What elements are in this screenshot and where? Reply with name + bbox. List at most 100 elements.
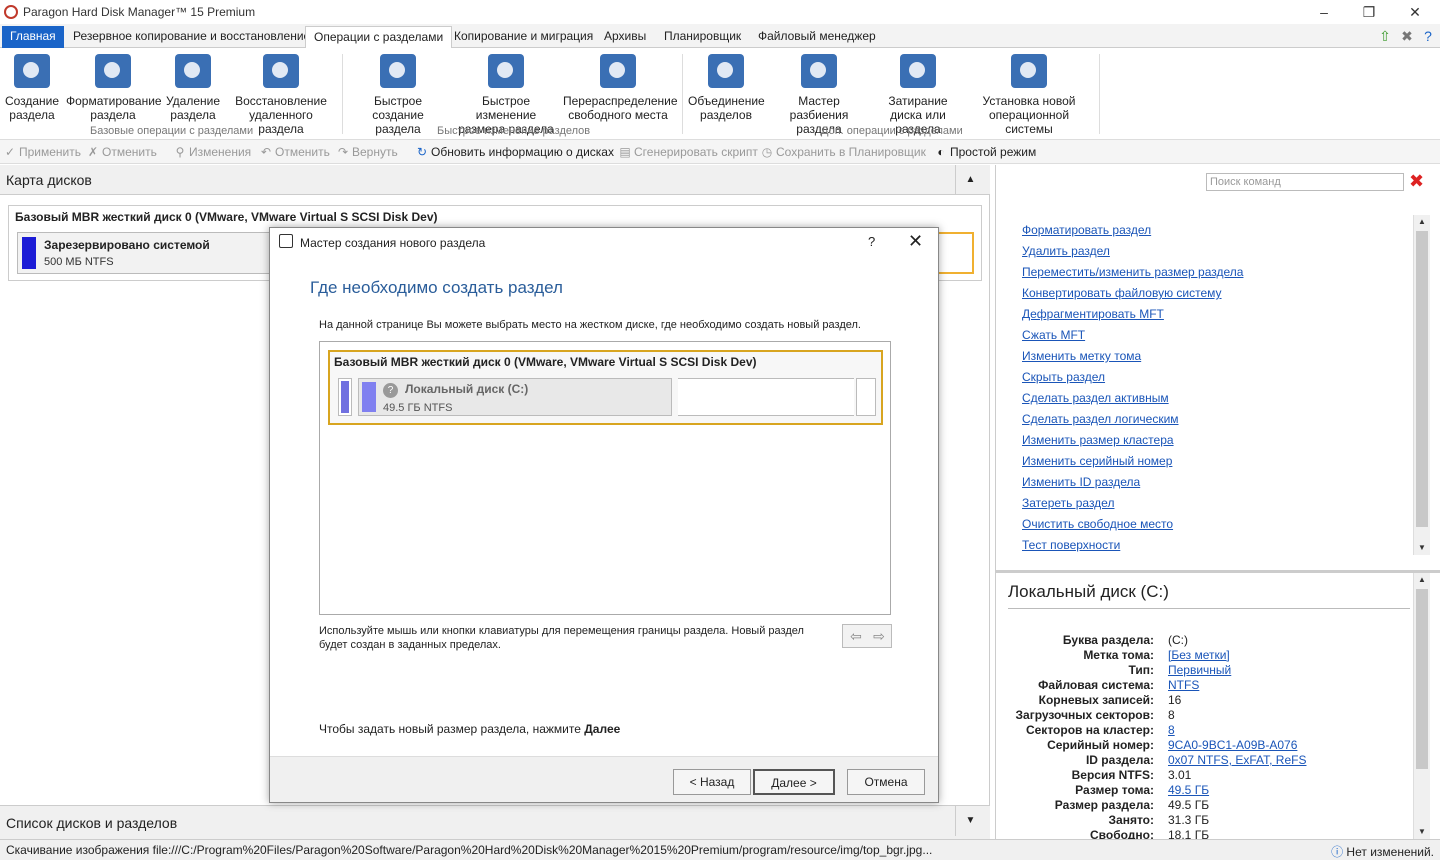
status-text: Скачивание изображения file:///C:/Progra…	[6, 843, 933, 857]
cmd-format[interactable]: Форматировать раздел	[1022, 223, 1243, 244]
collapse-up-icon[interactable]: ▲	[955, 165, 985, 195]
cmd-partition-id[interactable]: Изменить ID раздела	[1022, 475, 1243, 496]
prop-row: Тип: Первичный	[1128, 663, 1232, 677]
next-button[interactable]: Далее >	[753, 769, 835, 795]
commands-pane: Поиск команд ✖ Форматировать раздел Удал…	[995, 165, 1440, 842]
wipe-disk-button[interactable]: Затирание диска или раздела	[872, 54, 964, 136]
maximize-button[interactable]: ❐	[1354, 2, 1384, 22]
close-button[interactable]: ✕	[1400, 2, 1430, 22]
install-os-icon	[1011, 54, 1047, 88]
cmd-compact-mft[interactable]: Сжать MFT	[1022, 328, 1243, 349]
status-bar: Скачивание изображения file:///C:/Progra…	[0, 839, 1440, 860]
search-input[interactable]: Поиск команд	[1206, 173, 1404, 191]
disk-0-selector[interactable]: Базовый MBR жесткий диск 0 (VMware, VMwa…	[328, 350, 883, 425]
arrow-left-icon[interactable]: ⇦	[845, 627, 867, 645]
partition-name: Локальный диск (C:)	[405, 382, 529, 396]
scroll-up-icon[interactable]: ▲	[1414, 573, 1430, 587]
move-boundary-controls: ⇦ ⇨	[842, 624, 892, 648]
redistribute-space-icon	[600, 54, 636, 88]
commands-scrollbar[interactable]: ▲ ▼	[1413, 215, 1430, 555]
cmd-delete[interactable]: Удалить раздел	[1022, 244, 1243, 265]
generate-script-button[interactable]: ▤ Сгенерировать скрипт	[619, 144, 758, 160]
quick-resize-button[interactable]: Быстрое изменение размера раздела	[452, 54, 560, 136]
apply-button[interactable]: ✓ Применить	[4, 144, 81, 160]
scroll-down-icon[interactable]: ▼	[1414, 825, 1430, 839]
merge-partitions-button[interactable]: Объединение разделов	[688, 54, 765, 122]
cmd-serial[interactable]: Изменить серийный номер	[1022, 454, 1243, 475]
cmd-wipe-free[interactable]: Очистить свободное место	[1022, 517, 1243, 538]
scroll-up-icon[interactable]: ▲	[1414, 215, 1430, 229]
tab-copy-migration[interactable]: Копирование и миграция	[446, 26, 601, 48]
tab-file-manager[interactable]: Файловый менеджер	[750, 26, 884, 48]
tools-icon[interactable]: ✖	[1399, 28, 1415, 44]
selected-partition-highlight[interactable]	[936, 232, 974, 274]
wipe-disk-icon	[900, 54, 936, 88]
dialog-footer: < Назад Далее > Отмена	[270, 756, 938, 802]
simple-mode-button[interactable]: ◐ Простой режим	[935, 144, 1036, 160]
tab-scheduler[interactable]: Планировщик	[656, 26, 749, 48]
dialog-title-bar: Мастер создания нового раздела ? ✕	[270, 228, 938, 256]
cmd-move-resize[interactable]: Переместить/изменить размер раздела	[1022, 265, 1243, 286]
quick-create-button[interactable]: Быстрое создание раздела	[348, 54, 448, 136]
scroll-down-icon[interactable]: ▼	[1414, 541, 1430, 555]
clear-search-icon[interactable]: ✖	[1409, 171, 1424, 191]
up-arrow-icon[interactable]: ⇧	[1377, 28, 1393, 44]
undo-button[interactable]: ↶ Отменить	[260, 144, 330, 160]
create-partition-icon	[14, 54, 50, 88]
scroll-thumb[interactable]	[1416, 231, 1428, 527]
expand-down-icon[interactable]: ▼	[955, 806, 985, 836]
cmd-set-logical[interactable]: Сделать раздел логическим	[1022, 412, 1243, 433]
redo-icon: ↷	[337, 145, 349, 159]
cmd-wipe[interactable]: Затереть раздел	[1022, 496, 1243, 517]
scroll-thumb[interactable]	[1416, 589, 1428, 769]
redo-button[interactable]: ↷ Вернуть	[337, 144, 398, 160]
simple-mode-icon: ◐	[937, 145, 945, 159]
window-title: Paragon Hard Disk Manager™ 15 Premium	[23, 5, 256, 19]
install-os-button[interactable]: Установка новой операционной системы	[966, 54, 1092, 136]
minimize-button[interactable]: –	[1309, 2, 1339, 22]
cmd-cluster-size[interactable]: Изменить размер кластера	[1022, 433, 1243, 454]
save-scheduler-button[interactable]: ◷ Сохранить в Планировщик	[761, 144, 926, 160]
dialog-help-button[interactable]: ?	[868, 234, 875, 249]
info-scrollbar[interactable]: ▲ ▼	[1413, 573, 1430, 839]
ribbon: Создание раздела Форматирование раздела …	[0, 48, 1440, 140]
disk-map-header: Карта дисков ▲	[0, 165, 990, 195]
cmd-surface-test[interactable]: Тест поверхности	[1022, 538, 1243, 559]
format-partition-button[interactable]: Форматирование раздела	[66, 54, 162, 122]
cmd-defrag-mft[interactable]: Дефрагментировать MFT	[1022, 307, 1243, 328]
partition-reserved[interactable]: Зарезервировано системой 500 МБ NTFS	[17, 232, 279, 274]
cmd-change-label[interactable]: Изменить метку тома	[1022, 349, 1243, 370]
split-wizard-button[interactable]: Мастер разбиения раздела	[768, 54, 870, 136]
create-partition-button[interactable]: Создание раздела	[4, 54, 60, 122]
dialog-title: Мастер создания нового раздела	[300, 236, 486, 250]
refresh-disks-button[interactable]: ↻ Обновить информацию о дисках	[416, 144, 614, 160]
restore-partition-icon	[263, 54, 299, 88]
cancel-button[interactable]: Отмена	[847, 769, 925, 795]
format-partition-icon	[95, 54, 131, 88]
disk-list-title: Список дисков и разделов	[6, 815, 178, 831]
restore-partition-button[interactable]: Восстановление удаленного раздела	[226, 54, 336, 136]
tab-backup[interactable]: Резервное копирование и восстановление	[65, 26, 318, 48]
cancel-changes-button[interactable]: ✗ Отменить	[87, 144, 157, 160]
redistribute-space-button[interactable]: Перераспределение свободного места	[563, 54, 678, 122]
cmd-set-active[interactable]: Сделать раздел активным	[1022, 391, 1243, 412]
free-area[interactable]	[678, 378, 854, 416]
cmd-convert-fs[interactable]: Конвертировать файловую систему	[1022, 286, 1243, 307]
delete-partition-button[interactable]: Удаление раздела	[164, 54, 222, 122]
back-button[interactable]: < Назад	[673, 769, 751, 795]
help-icon[interactable]: ?	[1420, 28, 1436, 44]
check-icon: ✓	[4, 145, 16, 159]
ribbon-separator	[342, 54, 343, 134]
tab-archives[interactable]: Архивы	[596, 26, 654, 48]
cmd-hide[interactable]: Скрыть раздел	[1022, 370, 1243, 391]
magnifier-icon: ⚲	[175, 145, 185, 159]
dialog-close-icon[interactable]: ✕	[908, 231, 923, 252]
changes-button[interactable]: ⚲ Изменения	[174, 144, 252, 160]
local-disk-c-block[interactable]: ? Локальный диск (C:) 49.5 ГБ NTFS	[358, 378, 672, 416]
arrow-right-icon[interactable]: ⇨	[868, 627, 890, 645]
end-block[interactable]	[856, 378, 876, 416]
merge-partitions-icon	[708, 54, 744, 88]
tab-partitions[interactable]: Операции с разделами	[305, 26, 453, 49]
tab-home[interactable]: Главная	[2, 26, 64, 48]
reserved-partition-block[interactable]	[338, 378, 352, 416]
